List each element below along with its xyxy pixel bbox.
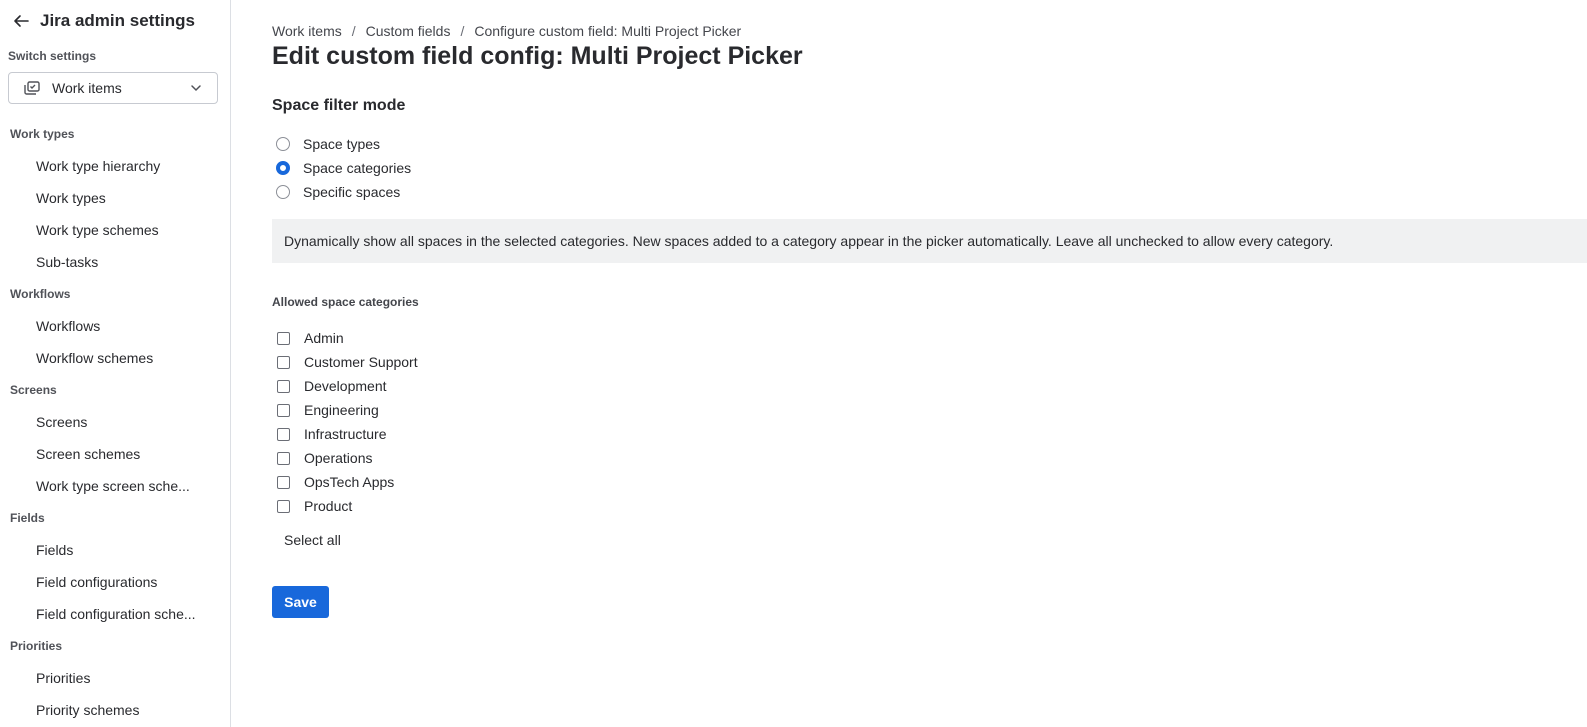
radio-button[interactable] bbox=[276, 137, 290, 151]
radio-button[interactable] bbox=[276, 185, 290, 199]
work-items-icon bbox=[23, 79, 41, 97]
radio-label: Specific spaces bbox=[303, 184, 401, 200]
sidebar-item[interactable]: Screen schemes bbox=[0, 438, 230, 470]
breadcrumb-work-items[interactable]: Work items bbox=[272, 23, 342, 39]
arrow-left-icon[interactable] bbox=[11, 11, 31, 31]
checkbox-label: Operations bbox=[304, 450, 373, 466]
chevron-down-icon bbox=[189, 81, 203, 95]
radio-space-types[interactable]: Space types bbox=[272, 132, 411, 156]
checkbox[interactable] bbox=[277, 403, 290, 417]
info-message: Dynamically show all spaces in the selec… bbox=[272, 219, 1587, 263]
sidebar-header: Jira admin settings bbox=[11, 9, 195, 33]
allowed-categories-label: Allowed space categories bbox=[272, 295, 419, 309]
breadcrumb-separator: / bbox=[460, 23, 465, 39]
category-checkbox-row[interactable]: Customer Support bbox=[272, 350, 418, 374]
category-checkbox-row[interactable]: OpsTech Apps bbox=[272, 470, 418, 494]
breadcrumb-custom-fields[interactable]: Custom fields bbox=[366, 23, 451, 39]
category-checkbox-row[interactable]: Development bbox=[272, 374, 418, 398]
settings-switcher[interactable]: Work items bbox=[8, 72, 218, 104]
category-checkbox-row[interactable]: Operations bbox=[272, 446, 418, 470]
radio-label: Space types bbox=[303, 136, 381, 152]
filter-mode-radio-group: Space types Space categories Specific sp… bbox=[272, 132, 411, 204]
sidebar-item[interactable]: Work type hierarchy bbox=[0, 150, 230, 182]
radio-label: Space categories bbox=[303, 160, 412, 176]
sidebar-title: Jira admin settings bbox=[40, 11, 195, 30]
filter-mode-heading: Space filter mode bbox=[272, 97, 406, 114]
breadcrumb-separator: / bbox=[351, 23, 356, 39]
checkbox-label: Product bbox=[304, 498, 353, 514]
checkbox[interactable] bbox=[277, 451, 290, 465]
sidebar-item[interactable]: Screens bbox=[0, 406, 230, 438]
select-all-link[interactable]: Select all bbox=[284, 532, 341, 548]
breadcrumb: Work items / Custom fields / Configure custo… bbox=[272, 23, 741, 39]
category-checkbox-row[interactable]: Product bbox=[272, 494, 418, 518]
sidebar-item[interactable]: Fields bbox=[0, 534, 230, 566]
checkbox-label: Development bbox=[304, 378, 387, 394]
radio-space-categories[interactable]: Space categories bbox=[272, 156, 411, 180]
radio-specific-spaces[interactable]: Specific spaces bbox=[272, 180, 411, 204]
checkbox-label: Admin bbox=[304, 330, 344, 346]
sidebar-item[interactable]: Field configurations bbox=[0, 566, 230, 598]
checkbox[interactable] bbox=[277, 499, 290, 513]
category-checkbox-row[interactable]: Admin bbox=[272, 326, 418, 350]
sidebar-nav: Work types Work type hierarchy Work types W… bbox=[0, 118, 230, 726]
sidebar-item[interactable]: Priorities bbox=[0, 662, 230, 694]
checkbox-label: OpsTech Apps bbox=[304, 474, 395, 490]
nav-section-heading: Fields bbox=[10, 511, 45, 525]
checkbox-label: Infrastructure bbox=[304, 426, 387, 442]
sidebar-item[interactable]: Workflows bbox=[0, 310, 230, 342]
sidebar-item[interactable]: Work types bbox=[0, 182, 230, 214]
nav-section-heading: Screens bbox=[10, 383, 57, 397]
category-checkbox-row[interactable]: Infrastructure bbox=[272, 422, 418, 446]
checkbox[interactable] bbox=[277, 475, 290, 489]
radio-button-selected[interactable] bbox=[276, 161, 290, 175]
breadcrumb-configure-field[interactable]: Configure custom field: Multi Project Pi… bbox=[474, 23, 741, 39]
category-checkbox-row[interactable]: Engineering bbox=[272, 398, 418, 422]
checkbox-label: Engineering bbox=[304, 402, 379, 418]
nav-section-heading: Work types bbox=[10, 127, 75, 141]
sidebar-item[interactable]: Work type screen sche... bbox=[0, 470, 230, 502]
checkbox[interactable] bbox=[277, 427, 290, 441]
sidebar-item[interactable]: Sub-tasks bbox=[0, 246, 230, 278]
switch-settings-label: Switch settings bbox=[8, 49, 97, 63]
checkbox[interactable] bbox=[277, 331, 290, 345]
page-title: Edit custom field config: Multi Project … bbox=[272, 42, 803, 70]
checkbox-label: Customer Support bbox=[304, 354, 418, 370]
save-button[interactable]: Save bbox=[272, 586, 329, 618]
categories-checkbox-group: Admin Customer Support Development Engineer… bbox=[272, 326, 418, 518]
sidebar-item[interactable]: Work type schemes bbox=[0, 214, 230, 246]
sidebar-item[interactable]: Workflow schemes bbox=[0, 342, 230, 374]
sidebar-item[interactable]: Priority schemes bbox=[0, 694, 230, 726]
switcher-value: Work items bbox=[52, 80, 122, 96]
nav-section-heading: Workflows bbox=[10, 287, 71, 301]
sidebar: Jira admin settings Switch settings Work… bbox=[0, 0, 231, 727]
checkbox[interactable] bbox=[277, 355, 290, 369]
nav-section-heading: Priorities bbox=[10, 639, 63, 653]
checkbox[interactable] bbox=[277, 379, 290, 393]
sidebar-item[interactable]: Field configuration sche... bbox=[0, 598, 230, 630]
